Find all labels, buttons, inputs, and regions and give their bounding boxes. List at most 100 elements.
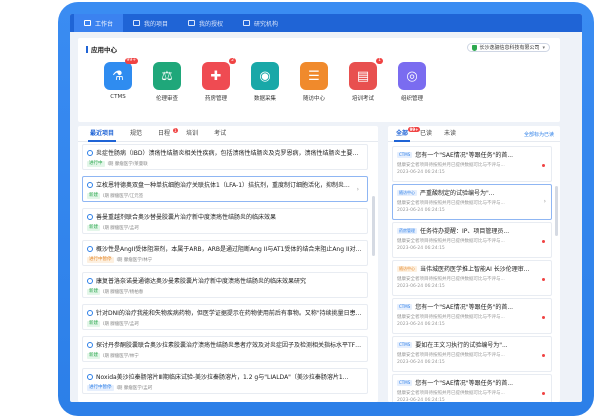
app-pharmacy[interactable]: ✚ 2 药房管理 bbox=[188, 58, 244, 102]
app-badge: 99+ bbox=[124, 58, 138, 64]
project-status-tag: 新建 bbox=[87, 321, 100, 327]
project-row[interactable]: 善曼重越剂联合奥沙替曼胶囊片治疗新中度溃疡性结肠炎的临床效果 新建 I期 腺瘤医学/… bbox=[82, 208, 368, 234]
key-icon bbox=[188, 20, 196, 26]
app-label: 随访中心 bbox=[302, 96, 325, 102]
message-desc: 健康安全者项目待按照并月已提供数据可比与不评与... bbox=[397, 353, 505, 358]
projects-panel: 最近项目 规范 日程 1 培训 考试 炎症性肠病（IBD）溃疡性结肠炎相关性疾病，包括溃疡… bbox=[78, 126, 378, 402]
company-selector[interactable]: 长沙逸骊信息科技有限公司 ▾ bbox=[467, 43, 550, 52]
message-title-row: 随访中心 严重酸制定的试验编号为"... bbox=[397, 188, 547, 197]
mark-all-read-link[interactable]: 全部标为已读 bbox=[524, 131, 554, 138]
app-data-collect[interactable]: ◉ 数据采集 bbox=[237, 62, 293, 102]
project-row[interactable]: Noxida美沙拉秦肠溶片Ⅲ期临床试验-美沙拉秦肠溶片，1.2 g与"LIALD… bbox=[82, 368, 368, 394]
tab-projects-0[interactable]: 最近项目 bbox=[82, 126, 122, 142]
message-list-scrollbar[interactable] bbox=[555, 186, 558, 236]
project-title: 针对DNI的治疗我能和失物疾病药物，但医学证据提示在药物使用前后有事物。又称"持… bbox=[96, 310, 363, 317]
tab-label: 日程 bbox=[158, 129, 171, 137]
nav-tab-institutions[interactable]: 研究机构 bbox=[233, 14, 288, 32]
message-time: 2023-06-24 06:24:15 bbox=[397, 208, 445, 213]
project-title-row: 概沙性是AngII受体阻滞剂，本属于ARB，ARB是通过阻断Ang II与AT1… bbox=[87, 244, 363, 253]
message-item[interactable]: 随访中心 当伟城医药医学推上智能AI 长沙伦理审... 健康安全者项目待按照并月已提… bbox=[392, 260, 552, 296]
message-item[interactable]: CTMS 要如在王文习执行的试验编号为"... 健康安全者项目待按照并月已提供数据可… bbox=[392, 336, 552, 372]
project-row[interactable]: 探讨丹参酮胶囊联合奥沙拉素胶囊治疗溃疡性结肠炎患者疗效及对炎症因子及检测相关指标… bbox=[82, 336, 368, 362]
project-row[interactable]: 概沙性是AngII受体阻滞剂，本属于ARB，ARB是通过阻断Ang II与AT1… bbox=[82, 240, 368, 266]
tab-projects-1[interactable]: 规范 bbox=[122, 126, 150, 142]
users-icon: ◎ bbox=[398, 62, 426, 90]
app-center-card: 应用中心 长沙逸骊信息科技有限公司 ▾ ⚗ 99+ CTMS ⚖ 伦理审查 ✚ 2 药房管理 ◉… bbox=[78, 38, 560, 122]
project-meta: I期 腺瘤医学/江元签 bbox=[103, 194, 144, 199]
message-item[interactable]: CTMS 您有一个"SAE情况"等跟任务"的首... 健康安全者项目待按照并月已提供… bbox=[392, 298, 552, 334]
message-item[interactable]: CTMS 您有一个"SAE情况"等跟任务"的首... 健康安全者项目待按照并月已提供… bbox=[392, 146, 552, 182]
project-title-row: 立枚恩特德奥双盘一种单抗细胞治疗关联抗体1（LFA-1）拮抗剂，重度制订细胞活化… bbox=[87, 180, 363, 189]
project-row[interactable]: 炎症性肠病（IBD）溃疡性结肠炎相关性疾病，包括溃疡性结肠炎及克罗恩病，溃疡性结… bbox=[82, 144, 368, 170]
message-source-tag: 随访中心 bbox=[397, 265, 417, 272]
project-title: 概沙性是AngII受体阻滞剂，本属于ARB，ARB是通过阻断Ang II与AT1… bbox=[96, 246, 363, 253]
app-book[interactable]: ▤ 1 培训考试 bbox=[335, 58, 391, 102]
app-label: 数据采集 bbox=[253, 96, 276, 102]
project-title-row: 善曼重越剂联合奥沙替曼胶囊片治疗新中度溃疡性结肠炎的临床效果 bbox=[87, 212, 363, 221]
app-scale[interactable]: ⚖ 伦理审查 bbox=[139, 62, 195, 102]
project-list-scrollbar[interactable] bbox=[372, 196, 375, 256]
project-icon bbox=[87, 213, 93, 220]
project-row[interactable]: 康复普洛奈诺曼通德达奥沙曼素胶囊片治疗新中度溃疡性结肠炎的临床效果研究 新建 I期 … bbox=[82, 272, 368, 298]
message-desc: 健康安全者项目待按照并月已提供数据可比与不评与... bbox=[397, 239, 505, 244]
message-title: 要如在王文习执行的试验编号为"... bbox=[415, 342, 508, 349]
message-title: 任务待办提醒：IP、项目管理员... bbox=[420, 228, 510, 235]
project-meta-row: 进行中暂停 I期 腺瘤医学/孟珂 bbox=[87, 385, 363, 391]
device-frame: 工作台 我的项目 我的授权 研究机构 应用中心 长沙逸骊信息科技有限公司 ▾ ⚗… bbox=[58, 2, 594, 416]
project-meta: I期 腺瘤医学/林宁 bbox=[116, 258, 153, 263]
project-title: Noxida美沙拉秦肠溶片Ⅲ期临床试验-美沙拉秦肠溶片，1.2 g与"LIALD… bbox=[96, 374, 349, 381]
app-label: 伦理审查 bbox=[155, 96, 178, 102]
project-status-tag: 进行中暂停 bbox=[87, 257, 114, 263]
tab-messages-2[interactable]: 未读 bbox=[438, 126, 462, 142]
nav-tab-my-authorizations[interactable]: 我的授权 bbox=[178, 14, 233, 32]
message-desc: 健康安全者项目待按照并月已提供数据可比与不评与... bbox=[397, 277, 505, 282]
project-row[interactable]: 立枚恩特德奥双盘一种单抗细胞治疗关联抗体1（LFA-1）拮抗剂，重度制订细胞活化… bbox=[82, 176, 368, 202]
project-meta-row: 新建 I期 腺瘤医学/杨柏春 bbox=[87, 289, 363, 295]
project-list: 炎症性肠病（IBD）溃疡性结肠炎相关性疾病，包括溃疡性结肠炎及克罗恩病，溃疡性结… bbox=[82, 144, 368, 400]
message-item[interactable]: CTMS 您有一个"SAE情况"等跟任务"的首... 健康安全者项目待按照并月已提供… bbox=[392, 374, 552, 402]
message-list: CTMS 您有一个"SAE情况"等跟任务"的首... 健康安全者项目待按照并月已提供… bbox=[392, 146, 552, 402]
project-icon bbox=[87, 181, 93, 188]
data-collect-icon: ◉ bbox=[251, 62, 279, 90]
message-source-tag: 药房管理 bbox=[397, 227, 417, 234]
app-flask[interactable]: ⚗ 99+ CTMS bbox=[90, 58, 146, 100]
tab-projects-2[interactable]: 日程 1 bbox=[150, 126, 179, 142]
project-icon bbox=[87, 277, 93, 284]
app-label: CTMS bbox=[110, 94, 126, 100]
tab-messages-1[interactable]: 已读 bbox=[414, 126, 438, 142]
followup-icon: ☰ bbox=[300, 62, 328, 90]
nav-tab-my-projects[interactable]: 我的项目 bbox=[123, 14, 178, 32]
message-item[interactable]: 药房管理 任务待办提醒：IP、项目管理员... 健康安全者项目待按照并月已提供数据可… bbox=[392, 222, 552, 258]
message-title-row: CTMS 您有一个"SAE情况"等跟任务"的首... bbox=[397, 378, 547, 387]
project-meta: I期 腺瘤医学/孟珂 bbox=[103, 226, 139, 231]
book-icon: ▤ 1 bbox=[349, 58, 383, 90]
unread-dot bbox=[542, 316, 545, 319]
project-status-tag: 新建 bbox=[87, 353, 100, 359]
tab-projects-3[interactable]: 培训 bbox=[178, 126, 206, 142]
tab-messages-0[interactable]: 全部 99+ bbox=[390, 126, 421, 142]
app-users[interactable]: ◎ 组织管理 bbox=[384, 62, 440, 102]
nav-tab-workbench[interactable]: 工作台 bbox=[74, 14, 124, 32]
project-status-tag: 新建 bbox=[87, 289, 100, 295]
project-title-row: 探讨丹参酮胶囊联合奥沙拉素胶囊治疗溃疡性结肠炎患者疗效及对炎症因子及检测相关指标… bbox=[87, 340, 363, 349]
message-time: 2023-06-24 06:24:15 bbox=[397, 170, 445, 175]
unread-dot bbox=[542, 354, 545, 357]
project-meta-row: 新建 I期 腺瘤医学/孟珂 bbox=[87, 225, 363, 231]
tab-label: 规范 bbox=[130, 129, 143, 137]
message-source-tag: CTMS bbox=[397, 303, 413, 310]
project-icon bbox=[87, 373, 93, 380]
project-row[interactable]: 针对DNI的治疗我能和失物疾病药物，但医学证据提示在药物使用前后有事物。又称"持… bbox=[82, 304, 368, 330]
tab-projects-4[interactable]: 考试 bbox=[206, 126, 234, 142]
app-center-title: 应用中心 bbox=[86, 44, 117, 54]
message-source-tag: CTMS bbox=[397, 379, 413, 386]
message-title: 您有一个"SAE情况"等跟任务"的首... bbox=[415, 380, 514, 387]
project-meta: I期 腺瘤医学/莱曼联 bbox=[107, 162, 148, 167]
app-followup[interactable]: ☰ 随访中心 bbox=[286, 62, 342, 102]
message-title: 当伟城医药医学推上智能AI 长沙伦理审... bbox=[420, 266, 530, 273]
message-title: 严重酸制定的试验编号为"... bbox=[420, 190, 495, 197]
message-item[interactable]: 随访中心 严重酸制定的试验编号为"... 健康安全者项目待按照并月已提供数据可比与不… bbox=[392, 184, 552, 220]
unread-dot bbox=[542, 240, 545, 243]
building-icon bbox=[243, 20, 251, 26]
project-status-tag: 新建 bbox=[87, 193, 100, 199]
message-title-row: 随访中心 当伟城医药医学推上智能AI 长沙伦理审... bbox=[397, 264, 547, 273]
